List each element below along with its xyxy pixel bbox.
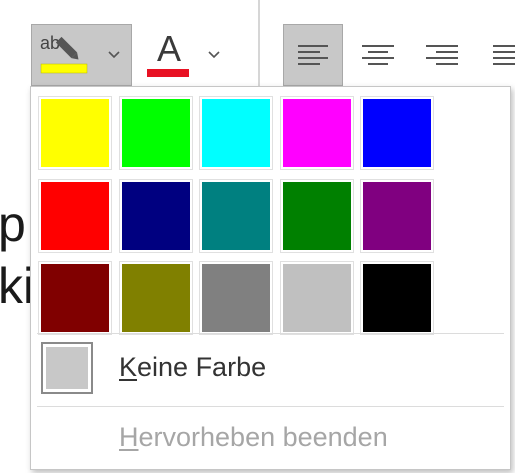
menu-divider — [37, 333, 504, 334]
menu-divider — [37, 406, 504, 407]
font-color-letter: A — [156, 28, 181, 69]
align-center-icon — [362, 45, 394, 65]
align-center-button[interactable] — [348, 24, 408, 86]
color-swatch[interactable] — [118, 178, 193, 253]
color-swatch[interactable] — [360, 96, 434, 170]
stop-highlighting-label: Hervorheben beenden — [119, 422, 388, 453]
color-swatch[interactable] — [279, 261, 354, 335]
color-swatch[interactable] — [199, 261, 273, 335]
ribbon-group-separator — [258, 0, 260, 90]
stop-highlighting-accelerator: H — [119, 422, 139, 452]
text-highlight-icon: ab — [40, 33, 88, 74]
document-text-line-1: p — [0, 196, 26, 252]
chevron-down-icon — [208, 51, 220, 59]
color-swatch[interactable] — [118, 96, 193, 170]
chevron-down-icon — [108, 51, 120, 59]
ribbon-toolbar: ab A — [0, 0, 515, 90]
align-left-button[interactable] — [283, 24, 343, 86]
justify-button[interactable] — [476, 24, 515, 86]
highlight-color-split-button: ab — [31, 24, 132, 86]
document-text-line-2: ki — [0, 258, 35, 314]
align-right-icon — [426, 45, 458, 65]
stop-highlighting-label-rest: ervorheben beenden — [138, 422, 388, 452]
no-color-menu-item[interactable]: Keine Farbe — [37, 336, 504, 404]
color-swatch[interactable] — [38, 96, 112, 170]
font-color-dropdown-arrow[interactable] — [196, 24, 232, 86]
font-color-button[interactable]: A — [140, 24, 194, 86]
stop-highlighting-menu-item: Hervorheben beenden — [37, 409, 504, 465]
align-right-button[interactable] — [412, 24, 472, 86]
align-left-icon — [298, 45, 328, 65]
no-color-swatch-icon — [41, 342, 93, 394]
color-swatch[interactable] — [279, 178, 354, 253]
word-stage: p ki ab A Keine Farbe Hervorheben beende… — [0, 0, 515, 473]
color-swatch[interactable] — [360, 178, 434, 253]
highlight-color-dropdown-arrow[interactable] — [96, 25, 131, 85]
no-color-accelerator: K — [119, 352, 138, 382]
color-swatch[interactable] — [118, 261, 193, 335]
color-swatch[interactable] — [199, 96, 273, 170]
justify-icon — [493, 45, 515, 65]
highlight-color-dropdown: Keine Farbe Hervorheben beenden — [30, 86, 511, 470]
color-swatch[interactable] — [360, 261, 434, 335]
highlight-color-button[interactable]: ab — [32, 25, 96, 85]
no-color-label: Keine Farbe — [119, 352, 266, 383]
color-swatch[interactable] — [279, 96, 354, 170]
color-swatch[interactable] — [38, 261, 112, 335]
no-color-label-rest: eine Farbe — [137, 352, 267, 382]
font-color-indicator — [147, 69, 189, 77]
color-swatch[interactable] — [38, 178, 112, 253]
color-swatch[interactable] — [199, 178, 273, 253]
